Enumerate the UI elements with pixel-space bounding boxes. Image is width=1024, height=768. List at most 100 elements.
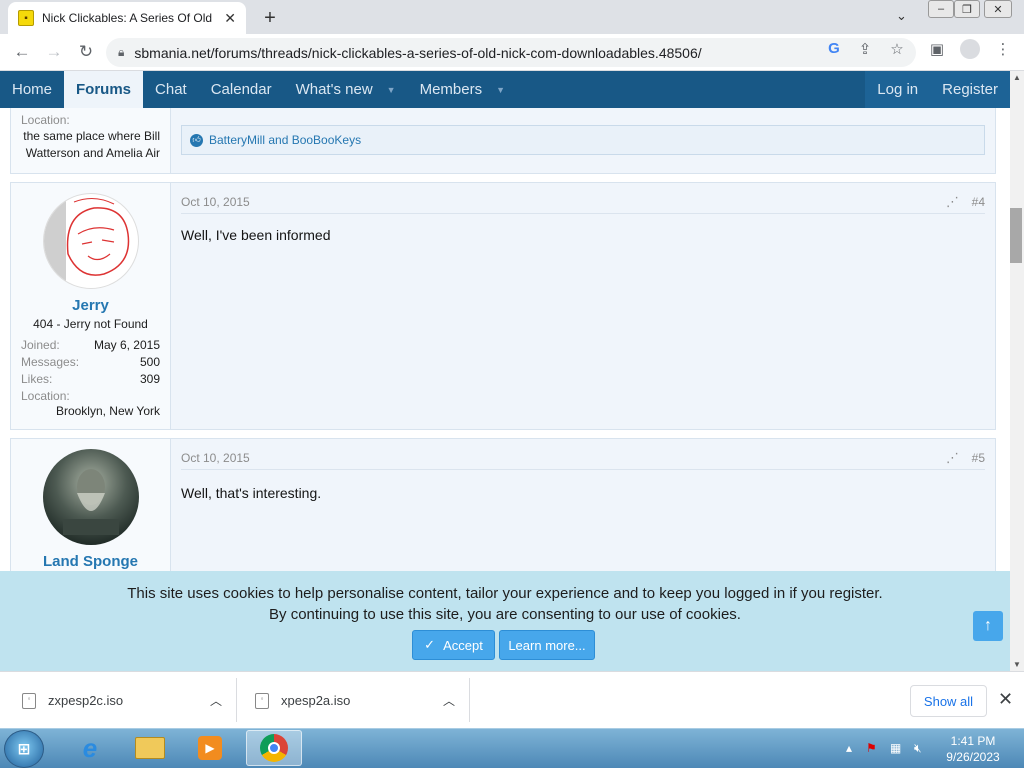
scroll-to-top-button[interactable]: ↑ [973,611,1003,641]
taskbar-media-player[interactable]: ▶ [182,730,238,766]
address-bar[interactable]: 🔒︎ sbmania.net/forums/threads/nick-click… [106,38,916,67]
volume-muted-icon[interactable]: 🔇︎ [914,741,922,756]
accept-cookies-button[interactable]: ✓ Accept [412,630,495,660]
post-date[interactable]: Oct 10, 2015 [181,451,250,465]
nav-whats-new[interactable]: What's new ▼ [284,71,408,108]
share-icon[interactable]: ⋰ [946,450,959,466]
folder-icon [135,737,165,759]
user-stat-location: Location: [11,111,170,128]
post-previous: Location: the same place where Bill Watt… [10,108,996,174]
taskbar-file-explorer[interactable] [122,730,178,766]
download-item[interactable]: ◦ zxpesp2c.iso ︿ [22,672,232,729]
user-stat-joined: Joined: May 6, 2015 [11,336,170,353]
post-header-divider [181,469,985,470]
show-all-label: Show all [923,693,974,709]
post-body: Well, that's interesting. [181,485,322,501]
user-stat-location: Location: [11,387,170,404]
close-tab-icon[interactable]: ✕ [224,10,236,27]
divider [236,678,237,722]
spongebob-favicon-icon: ▪ [18,10,34,26]
login-link[interactable]: Log in [865,71,931,108]
cookie-notice: This site uses cookies to help personali… [0,571,1010,671]
clock-time: 1:41 PM [950,734,996,748]
forum-nav-bar: Home Forums Chat Calendar What's new ▼ Me… [0,71,1010,108]
show-all-downloads-button[interactable]: Show all [910,685,987,717]
reload-icon[interactable]: ↻ [74,40,98,64]
restore-button[interactable]: ❐ [954,0,980,18]
scroll-up-arrow-icon[interactable]: ▲ [1013,73,1021,82]
profile-avatar-icon[interactable] [960,39,980,59]
scroll-down-arrow-icon[interactable]: ▼ [1013,660,1021,669]
learn-more-button[interactable]: Learn more... [499,630,595,660]
taskbar-internet-explorer[interactable]: e [62,730,118,766]
stat-label: Messages: [21,354,80,369]
kebab-menu-icon[interactable]: ⋮ [994,40,1012,58]
system-clock[interactable]: 1:41 PM 9/26/2023 [930,733,1016,765]
network-icon[interactable]: ▦ [890,741,901,755]
scrollbar-thumb[interactable] [1010,208,1022,263]
chevron-up-icon[interactable]: ︿ [210,692,222,709]
nav-members[interactable]: Members ▼ [408,71,517,108]
avatar[interactable] [42,193,139,289]
share-icon[interactable]: ⇪ [856,40,874,58]
username[interactable]: Land Sponge [11,553,170,570]
register-link[interactable]: Register [930,71,1010,108]
side-panel-icon[interactable]: ▣ [928,40,946,58]
username[interactable]: Jerry [11,297,170,314]
bookmark-star-icon[interactable]: ☆ [888,40,906,58]
avatar[interactable] [42,449,139,545]
caret-down-icon[interactable]: ▼ [387,85,396,95]
file-icon: ◦ [22,692,36,709]
tab-search-chevron-icon[interactable]: ⌄ [896,8,907,24]
register-label: Register [942,81,998,98]
google-lens-icon[interactable]: G [825,40,843,57]
user-stat-messages: Messages: 500 [11,353,170,370]
post-number[interactable]: #4 [972,195,985,209]
chevron-up-icon[interactable]: ︿ [443,692,455,709]
file-icon: ◦ [255,692,269,709]
nav-forums-label: Forums [76,81,132,98]
reaction-users[interactable]: BatteryMill and BooBooKeys [209,133,361,147]
share-icon[interactable]: ⋰ [946,194,959,210]
back-arrow-icon[interactable]: ← [10,40,34,64]
forward-arrow-icon[interactable]: → [42,40,66,64]
stat-value: May 6, 2015 [93,337,160,352]
stat-label: Likes: [21,371,53,386]
vertical-scrollbar[interactable]: ▲ ▼ [1010,71,1024,671]
nav-home-label: Home [12,81,53,98]
accept-label: Accept [443,637,483,653]
downloads-bar: ◦ zxpesp2c.iso ︿ ◦ xpesp2a.iso ︿ Show al… [0,671,1024,728]
new-tab-button[interactable]: + [258,6,282,30]
download-filename: zxpesp2c.iso [48,693,124,708]
nav-forums[interactable]: Forums [64,71,144,108]
post-date[interactable]: Oct 10, 2015 [181,195,250,209]
close-downloads-bar-icon[interactable]: ✕ [998,689,1013,710]
window-close-button[interactable]: ✕ [984,0,1012,18]
cookie-text-line: By continuing to use this site, you are … [269,606,741,623]
login-label: Log in [877,81,919,98]
user-block: Jerry 404 - Jerry not Found Joined: May 6… [11,183,171,429]
action-center-flag-icon[interactable]: ⚑ [866,741,877,755]
post-number[interactable]: #5 [972,451,985,465]
show-hidden-icons-icon[interactable]: ▴ [846,741,852,755]
avatar-drawing [62,469,119,535]
caret-down-icon[interactable]: ▼ [496,85,505,95]
post-main: Oct 10, 2015 ⋰ #4 Well, I've been inform… [171,183,995,429]
stat-label: Location: [21,388,70,403]
like-icon: 👍︎ [190,133,203,147]
nav-chat[interactable]: Chat [143,71,199,108]
cookie-text-line: This site uses cookies to help personali… [127,585,883,602]
post-header-divider [181,213,985,214]
reactions-bar[interactable]: 👍︎ BatteryMill and BooBooKeys [181,125,985,155]
minimize-button[interactable]: – [928,0,954,18]
nav-calendar[interactable]: Calendar [199,71,284,108]
start-button[interactable]: ⊞ [4,730,44,768]
taskbar-chrome[interactable] [246,730,302,766]
browser-tab[interactable]: ▪ Nick Clickables: A Series Of Old N ✕ [8,2,246,34]
download-item[interactable]: ◦ xpesp2a.iso ︿ [255,672,465,729]
location-line: Watterson and Amelia Air [25,146,160,160]
checkmark-icon: ✓ [424,637,436,652]
user-stat-likes: Likes: 309 [11,370,170,387]
cookie-text: This site uses cookies to help personali… [0,571,1010,625]
nav-home[interactable]: Home [0,71,64,108]
